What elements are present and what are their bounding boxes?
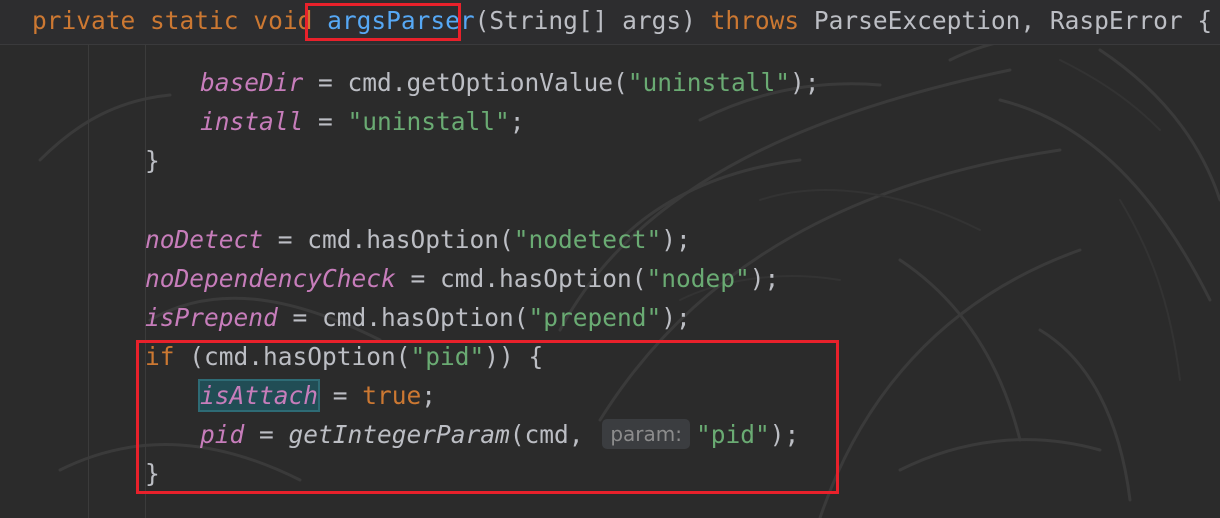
code-line-if-pid[interactable]: if (cmd.hasOption("pid")) { (145, 337, 543, 376)
field-nodependencycheck: noDependencyCheck (145, 264, 396, 293)
field-isattach-selected[interactable]: isAttach (197, 379, 321, 412)
code-text: = (303, 107, 348, 136)
keyword-true: true (362, 381, 422, 410)
close-brace: } (145, 459, 160, 488)
code-text: ); (769, 420, 800, 449)
code-line-pid[interactable]: pid = getIntegerParam(cmd, param: "pid"); (200, 415, 799, 454)
code-editor[interactable]: private static void argsParser(String[] … (0, 0, 1220, 518)
method-params: (String[] args) (474, 6, 711, 35)
field-isprepend: isPrepend (145, 303, 278, 332)
string-literal: "prepend" (528, 303, 662, 332)
method-signature-line[interactable]: private static void argsParser(String[] … (32, 1, 1212, 40)
code-text: (cmd.hasOption( (174, 342, 411, 371)
code-text: = cmd.hasOption( (277, 303, 529, 332)
code-line-isattach[interactable]: isAttach = true; (197, 376, 437, 415)
code-text: = cmd.getOptionValue( (303, 68, 628, 97)
code-text: )) { (484, 342, 544, 371)
keyword-if: if (145, 342, 175, 371)
code-text: ; (509, 107, 525, 136)
code-text: = (318, 381, 363, 410)
code-text: ); (790, 68, 820, 97)
string-literal: "uninstall" (347, 107, 510, 136)
close-brace: } (145, 146, 160, 175)
parameter-hint: param: (602, 419, 690, 449)
code-text: ); (661, 225, 691, 254)
string-literal: "uninstall" (627, 68, 791, 97)
keyword-static: static (150, 6, 239, 35)
code-line-nodetect[interactable]: noDetect = cmd.hasOption("nodetect"); (145, 220, 691, 259)
code-text: = cmd.hasOption( (395, 264, 647, 293)
code-text: ); (661, 303, 691, 332)
keyword-void: void (253, 6, 313, 35)
method-exceptions: ParseException, RaspError { (799, 6, 1213, 35)
code-text: (cmd, (509, 420, 599, 449)
code-line-close-brace[interactable]: } (145, 454, 160, 493)
code-line-close-brace[interactable]: } (145, 141, 160, 180)
code-text: = (244, 420, 289, 449)
code-line-basedir[interactable]: baseDir = cmd.getOptionValue("uninstall"… (200, 63, 820, 102)
string-literal: "pid" (695, 420, 770, 449)
code-line-isprepend[interactable]: isPrepend = cmd.hasOption("prepend"); (145, 298, 691, 337)
code-text: ; (421, 381, 437, 410)
method-name-argsparser[interactable]: argsParser (327, 6, 475, 35)
string-literal: "pid" (410, 342, 485, 371)
string-literal: "nodetect" (513, 225, 662, 254)
code-text: ); (749, 264, 780, 293)
keyword-throws: throws (710, 6, 800, 35)
string-literal: "nodep" (646, 264, 750, 293)
code-line-nodependencycheck[interactable]: noDependencyCheck = cmd.hasOption("nodep… (145, 259, 779, 298)
method-call-getintegerparam[interactable]: getIntegerParam (289, 420, 510, 449)
code-line-install[interactable]: install = "uninstall"; (200, 102, 525, 141)
code-text: = cmd.hasOption( (263, 225, 514, 254)
indent-guide (88, 44, 89, 518)
keyword-private: private (32, 6, 136, 35)
field-pid: pid (200, 420, 245, 449)
field-install: install (200, 107, 304, 136)
field-basedir: baseDir (200, 68, 304, 97)
field-nodetect: noDetect (145, 225, 264, 254)
